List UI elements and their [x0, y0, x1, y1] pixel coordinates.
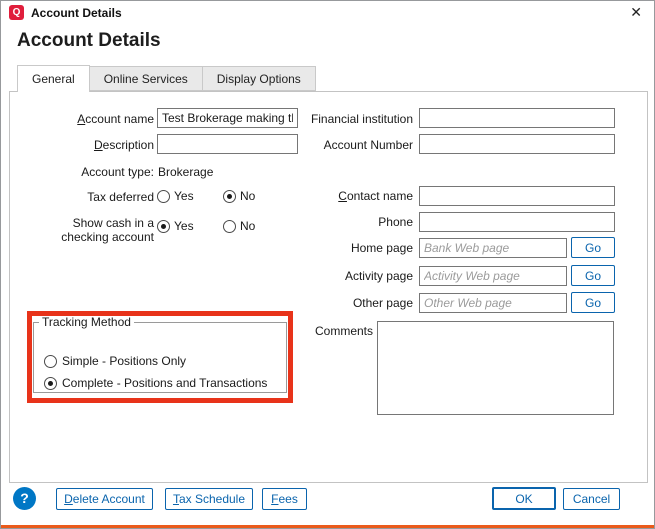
description-input[interactable]	[157, 134, 298, 154]
account-name-input[interactable]	[157, 108, 298, 128]
tab-bar: General Online Services Display Options	[17, 65, 316, 92]
window-title: Account Details	[31, 6, 122, 20]
activity-page-input[interactable]	[419, 266, 567, 286]
home-page-input[interactable]	[419, 238, 567, 258]
other-page-label: Other page	[291, 296, 413, 310]
ok-button[interactable]: OK	[492, 487, 556, 510]
close-icon[interactable]: ✕	[630, 4, 642, 21]
help-button[interactable]: ?	[13, 487, 36, 510]
fees-button[interactable]: Fees	[262, 488, 307, 510]
activity-page-label: Activity page	[291, 269, 413, 283]
tracking-complete-label: Complete - Positions and Transactions	[62, 376, 267, 390]
tax-deferred-no-label: No	[240, 189, 255, 203]
activity-page-go-button[interactable]: Go	[571, 265, 615, 286]
tracking-simple-radio[interactable]	[44, 355, 57, 368]
comments-label: Comments	[281, 324, 373, 338]
titlebar: Q Account Details ✕	[1, 1, 654, 25]
other-page-input[interactable]	[419, 293, 567, 313]
tab-online-services[interactable]: Online Services	[89, 66, 203, 91]
page-title: Account Details	[17, 30, 161, 52]
tab-display-options[interactable]: Display Options	[202, 66, 316, 91]
home-page-label: Home page	[291, 241, 413, 255]
account-name-label: Account name	[21, 112, 154, 126]
tax-deferred-label: Tax deferred	[21, 190, 154, 204]
show-cash-no-radio[interactable]	[223, 220, 236, 233]
show-cash-label-line2: checking account	[61, 230, 154, 244]
account-number-input[interactable]	[419, 134, 615, 154]
financial-institution-input[interactable]	[419, 108, 615, 128]
comments-textarea[interactable]	[377, 321, 614, 415]
other-page-go-button[interactable]: Go	[571, 292, 615, 313]
tracking-method-legend: Tracking Method	[39, 315, 134, 329]
phone-label: Phone	[291, 215, 413, 229]
account-details-dialog: Q Account Details ✕ Account Details Gene…	[0, 0, 655, 529]
show-cash-yes-label: Yes	[174, 219, 194, 233]
account-number-label: Account Number	[291, 138, 413, 152]
account-type-value: Brokerage	[158, 165, 213, 179]
quicken-app-icon: Q	[9, 5, 24, 20]
tax-deferred-yes-radio[interactable]	[157, 190, 170, 203]
phone-input[interactable]	[419, 212, 615, 232]
cancel-button[interactable]: Cancel	[563, 488, 620, 510]
show-cash-yes-radio[interactable]	[157, 220, 170, 233]
bottom-orange-strip	[1, 525, 655, 529]
show-cash-no-label: No	[240, 219, 255, 233]
tax-deferred-yes-label: Yes	[174, 189, 194, 203]
tax-schedule-button[interactable]: Tax Schedule	[165, 488, 253, 510]
contact-name-label: Contact name	[291, 189, 413, 203]
contact-name-input[interactable]	[419, 186, 615, 206]
tab-general[interactable]: General	[17, 65, 90, 92]
home-page-go-button[interactable]: Go	[571, 237, 615, 258]
description-label: Description	[21, 138, 154, 152]
show-cash-label-line1: Show cash in a	[73, 216, 154, 230]
tracking-simple-label: Simple - Positions Only	[62, 354, 186, 368]
show-cash-label: Show cash in a checking account	[21, 216, 154, 244]
delete-account-button[interactable]: Delete Account	[56, 488, 153, 510]
tracking-complete-radio[interactable]	[44, 377, 57, 390]
tracking-method-group: Tracking Method Simple - Positions Only …	[33, 315, 287, 393]
tax-deferred-no-radio[interactable]	[223, 190, 236, 203]
financial-institution-label: Financial institution	[291, 112, 413, 126]
account-type-label: Account type:	[21, 165, 154, 179]
